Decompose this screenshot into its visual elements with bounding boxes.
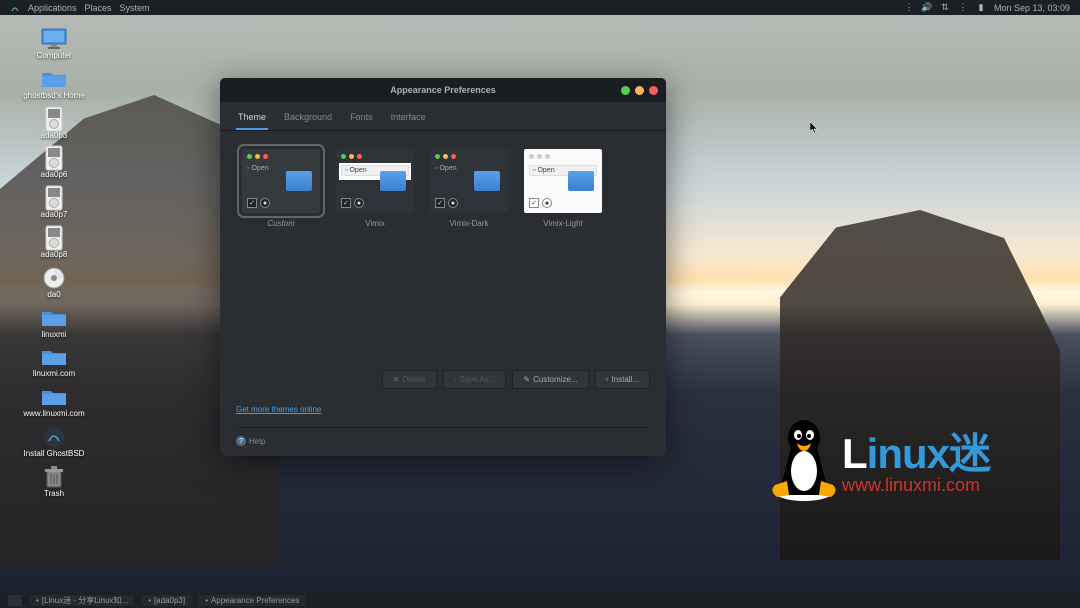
- customize-button[interactable]: ✎Customize...: [512, 370, 588, 389]
- theme-thumbnail: ▫Open✓●: [336, 149, 414, 213]
- tab-background[interactable]: Background: [282, 108, 334, 130]
- ghostbsd-logo-icon[interactable]: [10, 3, 20, 13]
- watermark: Linux迷 www.linuxmi.com: [767, 413, 990, 503]
- tray-separator-icon: ⋮: [904, 3, 914, 13]
- close-button[interactable]: [649, 86, 658, 95]
- tab-interface[interactable]: Interface: [389, 108, 428, 130]
- delete-button: ✖Delete: [382, 370, 437, 389]
- taskbar-item-label: Appearance Preferences: [211, 596, 300, 605]
- theme-label: Vimix: [365, 219, 384, 228]
- desktop-icon-label: Trash: [44, 490, 64, 499]
- desktop-icon-label: ada0p8: [41, 251, 68, 260]
- taskbar-item[interactable]: ▪[ada0p3]: [142, 595, 191, 606]
- taskbar-item[interactable]: ▪[Linux迷 - 分享Linux知...: [30, 595, 134, 606]
- taskbar-item-label: [Linux迷 - 分享Linux知...: [42, 595, 128, 606]
- show-desktop-button[interactable]: [8, 595, 22, 606]
- trash-icon: [40, 465, 68, 489]
- desktop-icon-da0[interactable]: da0: [22, 266, 86, 300]
- ipod-icon: [40, 226, 68, 250]
- desktop-icon-ada0p6[interactable]: ada0p6: [22, 146, 86, 180]
- minimize-button[interactable]: [621, 86, 630, 95]
- desktop-icon-install-ghostbsd[interactable]: Install GhostBSD: [22, 425, 86, 459]
- save-icon: ▫: [454, 375, 457, 384]
- menu-system[interactable]: System: [120, 3, 150, 13]
- ipod-icon: [40, 146, 68, 170]
- theme-thumbnail: ▫Open✓●: [524, 149, 602, 213]
- desktop-icon-label: www.linuxmi.com: [23, 410, 84, 419]
- theme-label: Vimix-Light: [543, 219, 582, 228]
- desktop-icon-trash[interactable]: Trash: [22, 465, 86, 499]
- desktop-icon-label: da0: [47, 291, 60, 300]
- tab-theme[interactable]: Theme: [236, 108, 268, 130]
- desktop-icon-ada0p3[interactable]: ada0p3: [22, 107, 86, 141]
- maximize-button[interactable]: [635, 86, 644, 95]
- desktop-icon-label: ada0p3: [41, 132, 68, 141]
- network-icon[interactable]: ⇅: [940, 3, 950, 13]
- watermark-title: Linux迷: [842, 420, 990, 481]
- clock[interactable]: Mon Sep 13, 03:09: [994, 3, 1070, 13]
- watermark-url: www.linuxmi.com: [842, 475, 990, 496]
- top-panel: Applications Places System ⋮ 🔊 ⇅ ⋮ ▮ Mon…: [0, 0, 1080, 15]
- desktop-icon-label: ghostbsd's Home: [23, 92, 85, 101]
- ipod-icon: [40, 107, 68, 131]
- taskbar-item-icon: ▪: [148, 596, 151, 605]
- desktop-icon-label: linuxmi.com: [33, 370, 75, 379]
- theme-custom[interactable]: ▫Open✓● Custom: [242, 149, 320, 228]
- ipod-icon: [40, 186, 68, 210]
- desktop-icon-ghostbsd-s-home[interactable]: ghostbsd's Home: [22, 67, 86, 101]
- menu-places[interactable]: Places: [85, 3, 112, 13]
- menu-applications[interactable]: Applications: [28, 3, 77, 13]
- window-title: Appearance Preferences: [390, 85, 496, 95]
- desktop-icon-ada0p8[interactable]: ada0p8: [22, 226, 86, 260]
- volume-icon[interactable]: 🔊: [922, 3, 932, 13]
- taskbar-item[interactable]: ▪Appearance Preferences: [199, 595, 305, 606]
- desktop-icon-label: Install GhostBSD: [24, 450, 85, 459]
- theme-label: Custom: [267, 219, 295, 228]
- desktop-icon-www-linuxmi-com[interactable]: www.linuxmi.com: [22, 385, 86, 419]
- monitor-icon: [40, 27, 68, 51]
- taskbar: ▪[Linux迷 - 分享Linux知...▪[ada0p3]▪Appearan…: [0, 593, 1080, 608]
- tab-fonts[interactable]: Fonts: [348, 108, 375, 130]
- titlebar[interactable]: Appearance Preferences: [220, 78, 666, 102]
- theme-thumbnail: ▫Open✓●: [430, 149, 508, 213]
- desktop-icon-linuxmi-com[interactable]: linuxmi.com: [22, 345, 86, 379]
- disk-icon: [40, 266, 68, 290]
- folder-icon: [40, 306, 68, 330]
- folder-icon: [40, 385, 68, 409]
- theme-vimix-dark[interactable]: ▫Open✓● Vimix-Dark: [430, 149, 508, 228]
- theme-label: Vimix-Dark: [450, 219, 489, 228]
- battery-icon[interactable]: ▮: [976, 3, 986, 13]
- delete-icon: ✖: [393, 375, 400, 384]
- save-as-button[interactable]: ▫Save As...: [443, 370, 507, 389]
- help-icon: ?: [236, 436, 246, 446]
- customize-icon: ✎: [523, 375, 530, 384]
- cursor-icon: [810, 121, 818, 133]
- desktop-icon-ada0p7[interactable]: ada0p7: [22, 186, 86, 220]
- tux-icon: [767, 413, 842, 503]
- taskbar-item-icon: ▪: [36, 596, 39, 605]
- theme-vimix-light[interactable]: ▫Open✓● Vimix-Light: [524, 149, 602, 228]
- more-themes-link[interactable]: Get more themes online: [236, 405, 321, 414]
- installer-icon: [40, 425, 68, 449]
- help-button[interactable]: ?Help: [236, 436, 265, 446]
- desktop-icon-label: linuxmi: [42, 331, 67, 340]
- theme-vimix[interactable]: ▫Open✓● Vimix: [336, 149, 414, 228]
- install-button[interactable]: ▫Install...: [595, 370, 650, 389]
- desktop-icon-label: Computer: [36, 52, 71, 61]
- folder-icon: [40, 345, 68, 369]
- desktop-icon-computer[interactable]: Computer: [22, 27, 86, 61]
- desktop-icon-linuxmi[interactable]: linuxmi: [22, 306, 86, 340]
- install-icon: ▫: [606, 375, 609, 384]
- desktop-icon-label: ada0p7: [41, 211, 68, 220]
- tray-separator-icon: ⋮: [958, 3, 968, 13]
- theme-thumbnail: ▫Open✓●: [242, 149, 320, 213]
- taskbar-item-icon: ▪: [205, 596, 208, 605]
- folder-icon: [40, 67, 68, 91]
- appearance-preferences-window: Appearance Preferences Theme Background Fo…: [220, 78, 666, 456]
- desktop-icon-label: ada0p6: [41, 171, 68, 180]
- taskbar-item-label: [ada0p3]: [154, 596, 185, 605]
